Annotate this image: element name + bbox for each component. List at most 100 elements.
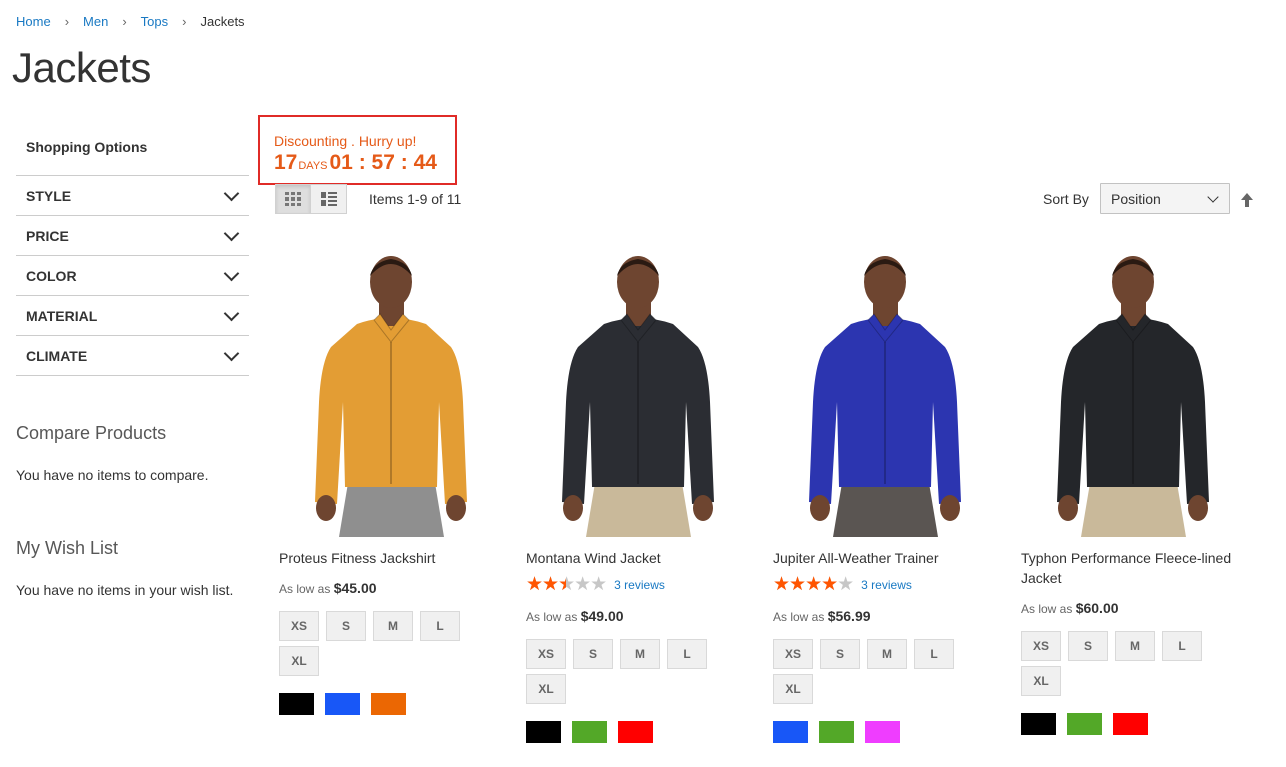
figure-hand [940,495,960,521]
filter-color[interactable]: COLOR [16,256,249,296]
countdown-minutes: 57 [371,151,395,174]
sort-by-value: Position [1111,191,1161,207]
figure-hand [446,495,466,521]
filter-price[interactable]: PRICE [16,216,249,256]
size-option[interactable]: XL [279,646,319,676]
product-photo [1057,256,1209,537]
filter-style[interactable]: STYLE [16,176,249,216]
breadcrumb-link-tops[interactable]: Tops [141,14,168,29]
list-view-button[interactable] [311,184,347,214]
price-label: As low as [279,582,331,596]
reviews-link[interactable]: 3 reviews [861,578,912,592]
figure-hand [563,495,583,521]
product-name[interactable]: Montana Wind Jacket [526,548,751,568]
color-swatch[interactable] [279,693,314,715]
toolbar-amount: Items 1-9 of 11 [369,191,462,207]
size-option[interactable]: L [914,639,954,669]
price: $49.00 [580,608,624,624]
color-swatch[interactable] [1021,713,1056,735]
size-option[interactable]: S [820,639,860,669]
product-card[interactable]: Proteus Fitness Jackshirt As low as $45.… [279,252,504,715]
chevron-down-icon [223,305,240,321]
filter-material[interactable]: MATERIAL [16,296,249,336]
size-option[interactable]: L [420,611,460,641]
color-swatch[interactable] [865,721,900,743]
color-swatch[interactable] [572,721,607,743]
color-swatches [1021,713,1246,735]
color-swatch[interactable] [819,721,854,743]
size-option[interactable]: XL [526,674,566,704]
price-label: As low as [773,610,825,624]
product-card[interactable]: Montana Wind Jacket ★★★★★ ★★★★★ 3 review… [526,252,751,743]
color-swatch[interactable] [371,693,406,715]
rating-fill: ★★★★★ [526,576,566,594]
breadcrumb-separator: › [64,14,70,29]
filter-label: CLIMATE [26,347,88,364]
color-swatches [526,721,751,743]
figure-hand [1058,495,1078,521]
countdown-timer: 17DAYS01 : 57 : 44 [274,151,437,174]
product-card[interactable]: Typhon Performance Fleece-lined Jacket A… [1021,252,1246,735]
color-swatch[interactable] [1067,713,1102,735]
sort-direction-button[interactable] [1240,192,1254,213]
sort-by-select[interactable]: Position [1100,183,1230,214]
size-option[interactable]: M [373,611,413,641]
color-swatch[interactable] [526,721,561,743]
grid-view-button[interactable] [275,184,311,214]
breadcrumb-link-men[interactable]: Men [83,14,108,29]
chevron-down-icon [223,185,240,201]
rating-summary: ★★★★★ ★★★★★ 3 reviews [526,575,751,594]
size-option[interactable]: M [867,639,907,669]
view-mode-switcher [275,184,347,214]
rating-stars: ★★★★★ ★★★★★ [773,575,854,594]
filter-label: MATERIAL [26,307,98,324]
shopping-options-title: Shopping Options [26,139,148,155]
size-options: XS S M L XL [1021,631,1221,701]
size-option[interactable]: S [1068,631,1108,661]
filter-label: COLOR [26,267,77,284]
product-image[interactable] [279,252,504,537]
color-swatch[interactable] [1113,713,1148,735]
size-option[interactable]: XS [773,639,813,669]
product-name[interactable]: Jupiter All-Weather Trainer [773,548,998,568]
product-photo [315,256,467,537]
product-name[interactable]: Proteus Fitness Jackshirt [279,548,504,568]
product-image[interactable] [773,252,998,537]
breadcrumb-separator: › [122,14,127,29]
size-option[interactable]: M [1115,631,1155,661]
color-swatch[interactable] [618,721,653,743]
size-option[interactable]: S [573,639,613,669]
size-option[interactable]: M [620,639,660,669]
price-box: As low as $56.99 [773,608,998,624]
filter-label: PRICE [26,227,69,244]
size-option[interactable]: XL [1021,666,1061,696]
product-card[interactable]: Jupiter All-Weather Trainer ★★★★★ ★★★★★ … [773,252,998,743]
sort-by-label: Sort By [1043,191,1089,207]
price: $60.00 [1075,600,1119,616]
reviews-link[interactable]: 3 reviews [614,578,665,592]
filter-climate[interactable]: CLIMATE [16,336,249,376]
chevron-down-icon [223,225,240,241]
countdown-hours: 01 [329,151,353,174]
product-name[interactable]: Typhon Performance Fleece-lined Jacket [1021,548,1246,588]
size-option[interactable]: XS [279,611,319,641]
color-swatches [773,721,998,743]
size-option[interactable]: XS [1021,631,1061,661]
figure-hand [316,495,336,521]
list-view-icon [320,192,337,206]
product-image[interactable] [1021,252,1246,537]
breadcrumb-link-home[interactable]: Home [16,14,51,29]
color-swatch[interactable] [773,721,808,743]
size-option[interactable]: XL [773,674,813,704]
rating-summary: ★★★★★ ★★★★★ 3 reviews [773,575,998,594]
price: $56.99 [827,608,871,624]
size-option[interactable]: S [326,611,366,641]
size-option[interactable]: L [1162,631,1202,661]
figure-hand [1188,495,1208,521]
color-swatch[interactable] [325,693,360,715]
product-image[interactable] [526,252,751,537]
price-box: As low as $45.00 [279,580,504,596]
rating-stars: ★★★★★ ★★★★★ [526,575,607,594]
size-option[interactable]: XS [526,639,566,669]
size-option[interactable]: L [667,639,707,669]
